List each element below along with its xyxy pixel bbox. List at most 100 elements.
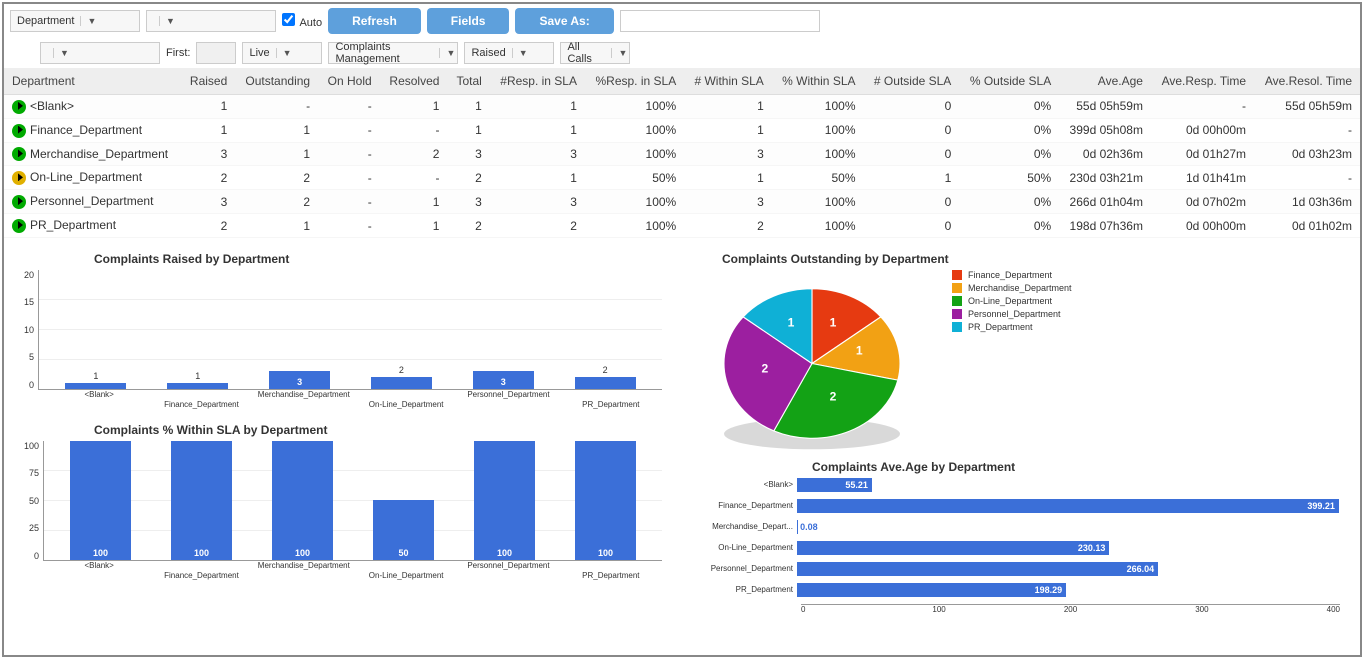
col-header[interactable]: % Within SLA [772,68,864,95]
cell: 1d 03h36m [1254,190,1360,214]
cell: 0% [959,95,1059,119]
cell: 0 [864,95,960,119]
svg-text:2: 2 [761,362,768,376]
fields-button[interactable]: Fields [427,8,510,34]
table-row[interactable]: Merchandise_Department31-233100%3100%00%… [4,142,1360,166]
legend-item: Finance_Department [952,270,1072,280]
col-header[interactable]: Ave.Resp. Time [1151,68,1254,95]
col-header[interactable]: Ave.Age [1059,68,1151,95]
cell: 50% [772,166,864,190]
table-row[interactable]: Personnel_Department32-133100%3100%00%26… [4,190,1360,214]
cell: - [318,142,380,166]
col-header[interactable]: #Resp. in SLA [490,68,585,95]
cell: 1 [490,118,585,142]
cell: 3 [447,142,489,166]
col-header[interactable]: Raised [181,68,236,95]
filter-blank-combo[interactable]: ▼ [40,42,160,64]
cell: 50% [585,166,684,190]
cell: - [318,166,380,190]
table-row[interactable]: PR_Department21-122100%2100%00%198d 07h3… [4,214,1360,238]
cell: 100% [772,95,864,119]
group-by-combo[interactable]: Department▼ [10,10,140,32]
cell: 100% [585,142,684,166]
auto-label: Auto [299,17,322,29]
col-header[interactable]: Resolved [380,68,448,95]
cell: - [318,190,380,214]
cell: 3 [490,142,585,166]
cell: 399d 05h08m [1059,118,1151,142]
secondary-combo[interactable]: ▼ [146,10,276,32]
col-header[interactable]: Ave.Resol. Time [1254,68,1360,95]
cell: Merchandise_Department [4,142,181,166]
status-combo[interactable]: Raised▼ [464,42,554,64]
cell: 3 [490,190,585,214]
cell: 1 [235,142,318,166]
auto-checkbox[interactable] [282,13,295,26]
cell: 2 [235,166,318,190]
col-header[interactable]: %Resp. in SLA [585,68,684,95]
cell: 100% [585,95,684,119]
cell: 0 [864,190,960,214]
cell: 1 [235,214,318,238]
cell: 3 [181,190,236,214]
cell: - [380,118,448,142]
cell: 1 [447,118,489,142]
cell: 0% [959,190,1059,214]
cell: 1 [684,166,772,190]
cell: 100% [772,118,864,142]
cell: 1 [684,118,772,142]
cell: 0 [864,142,960,166]
auto-checkbox-wrap[interactable]: Auto [282,13,322,29]
table-row[interactable]: On-Line_Department22--2150%150%150%230d … [4,166,1360,190]
col-header[interactable]: % Outside SLA [959,68,1059,95]
save-as-button[interactable]: Save As: [515,8,613,34]
first-input[interactable] [196,42,236,64]
cell: 0 [864,118,960,142]
cell: 50% [959,166,1059,190]
col-header[interactable]: On Hold [318,68,380,95]
cell: 0d 01h27m [1151,142,1254,166]
status-icon [12,171,26,185]
cell: 2 [235,190,318,214]
cell: 1 [380,214,448,238]
cell: 1 [380,95,448,119]
col-header[interactable]: # Outside SLA [864,68,960,95]
cell: - [235,95,318,119]
svg-text:2: 2 [830,390,837,404]
legend-item: On-Line_Department [952,296,1072,306]
cell: 2 [684,214,772,238]
save-as-input[interactable] [620,10,820,32]
col-header[interactable]: Total [447,68,489,95]
mode-combo[interactable]: Live▼ [242,42,322,64]
table-row[interactable]: <Blank>1--111100%1100%00%55d 05h59m-55d … [4,95,1360,119]
cell: - [1254,118,1360,142]
cell: - [380,166,448,190]
legend-item: Merchandise_Department [952,283,1072,293]
data-table: DepartmentRaisedOutstandingOn HoldResolv… [4,68,1360,238]
col-header[interactable]: Department [4,68,181,95]
chart-raised-title: Complaints Raised by Department [94,252,662,266]
cell: 230d 03h21m [1059,166,1151,190]
chart-sla: 1007550250 10010010050100100 [24,441,662,561]
status-icon [12,124,26,138]
chart-sla-title: Complaints % Within SLA by Department [94,423,662,437]
col-header[interactable]: # Within SLA [684,68,772,95]
cell: 0d 01h02m [1254,214,1360,238]
cell: 55d 05h59m [1059,95,1151,119]
svg-text:1: 1 [856,343,863,357]
cell: 2 [447,214,489,238]
table-row[interactable]: Finance_Department11--11100%1100%00%399d… [4,118,1360,142]
cell: On-Line_Department [4,166,181,190]
cell: 100% [585,214,684,238]
refresh-button[interactable]: Refresh [328,8,421,34]
service-combo[interactable]: Complaints Management▼ [328,42,458,64]
cell: 1 [181,118,236,142]
first-label: First: [166,47,190,59]
col-header[interactable]: Outstanding [235,68,318,95]
cell: 0d 03h23m [1254,142,1360,166]
cell: 0d 00h00m [1151,214,1254,238]
cell: 3 [181,142,236,166]
cell: PR_Department [4,214,181,238]
calls-combo[interactable]: All Calls▼ [560,42,630,64]
cell: 1 [380,190,448,214]
